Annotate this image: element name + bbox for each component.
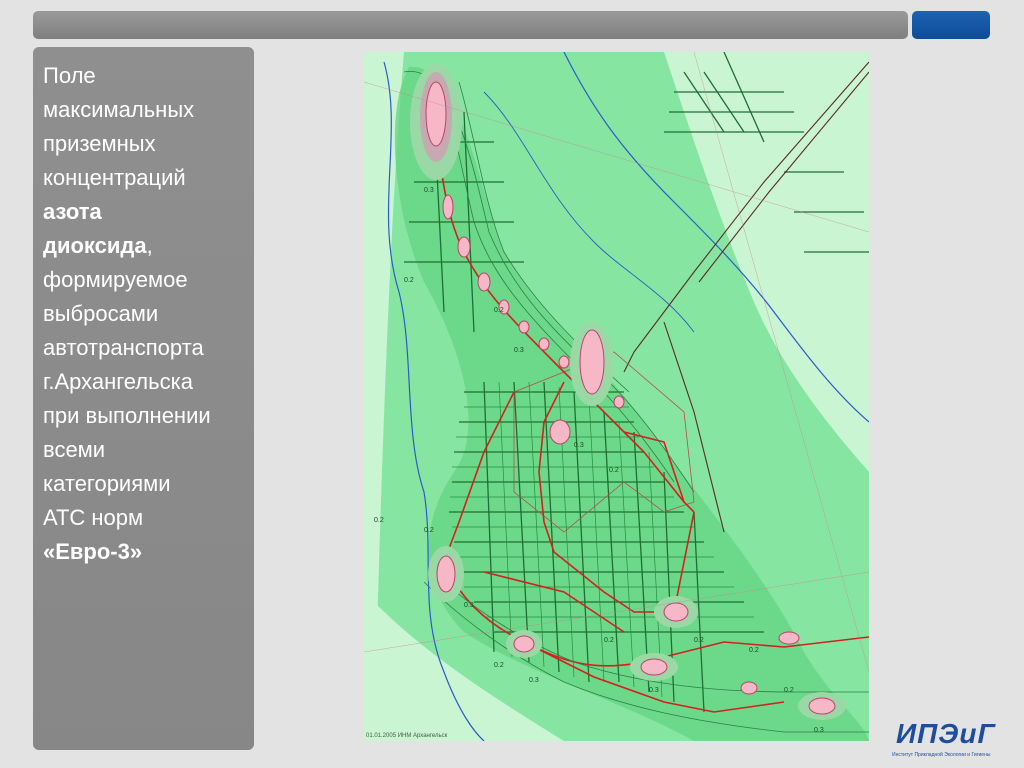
hotspot-core	[436, 555, 456, 593]
contour-label: 0.2	[784, 687, 794, 694]
desc-line: приземных	[43, 131, 156, 156]
corridor-hotspot	[477, 272, 491, 292]
contour-label: 0.2	[494, 307, 504, 314]
logo-text: ИПЭиГ	[896, 718, 996, 749]
contour-label: 0.2	[609, 467, 619, 474]
institute-logo: ИПЭиГ Институт Прикладной Экологии и Гиг…	[892, 718, 1002, 762]
desc-bold-substance: азота	[43, 199, 102, 224]
desc-line: АТС норм	[43, 505, 144, 530]
contour-label: 0.3	[514, 347, 524, 354]
contour-label: 0.2	[494, 662, 504, 669]
hotspot-core	[579, 329, 605, 395]
contour-label: 0.2	[749, 647, 759, 654]
contour-label: 0.2	[694, 637, 704, 644]
map-svg: 0.3 0.2 0.2 0.3 0.2 0.3 0.2 0.3 0.2 0.3 …	[364, 52, 869, 741]
contour-label: 0.3	[649, 687, 659, 694]
contour-label: 0.3	[814, 727, 824, 734]
hotspot-core	[425, 81, 447, 147]
desc-bold-standard: «Евро-3»	[43, 539, 143, 564]
desc-line: категориями	[43, 471, 171, 496]
hotspot-core	[808, 697, 836, 715]
desc-line: формируемое	[43, 267, 188, 292]
description-panel: Поле максимальных приземных концентраций…	[33, 47, 254, 750]
logo-subtitle: Институт Прикладной Экологии и Гигиены	[892, 752, 991, 758]
desc-bold-substance: диоксида	[43, 233, 147, 258]
desc-line: всеми	[43, 437, 106, 462]
hotspot-core	[663, 602, 689, 622]
hotspot-core	[513, 635, 535, 653]
contour-label: 0.3	[424, 187, 434, 194]
hotspot-core	[778, 631, 800, 645]
desc-line: максимальных	[43, 97, 195, 122]
title-bar	[33, 11, 908, 39]
desc-line: выбросами	[43, 301, 159, 326]
contour-label: 0.3	[574, 442, 584, 449]
corridor-hotspot	[442, 194, 454, 220]
description-text: Поле максимальных приземных концентраций…	[43, 59, 253, 569]
contour-label: 0.3	[529, 677, 539, 684]
corridor-hotspot	[558, 355, 570, 369]
corridor-hotspot	[613, 395, 625, 409]
desc-line: Поле	[43, 63, 96, 88]
hotspot-core	[549, 419, 571, 445]
contour-label: 0.2	[404, 277, 414, 284]
desc-line: концентраций	[43, 165, 186, 190]
contour-label: 0.2	[604, 637, 614, 644]
corridor-hotspot	[457, 236, 471, 258]
accent-block	[912, 11, 990, 39]
concentration-map: 0.3 0.2 0.2 0.3 0.2 0.3 0.2 0.3 0.2 0.3 …	[364, 52, 869, 741]
contour-label: 0.2	[424, 527, 434, 534]
hotspot-core	[640, 658, 668, 676]
map-caption: 01.01.2005 ИНМ Архангельск	[366, 733, 448, 739]
desc-comma: ,	[146, 233, 153, 258]
desc-line: автотранспорта	[43, 335, 204, 360]
desc-line: г.Архангельска	[43, 369, 193, 394]
desc-line: при выполнении	[43, 403, 211, 428]
corridor-hotspot	[518, 320, 530, 334]
contour-label: 0.2	[374, 517, 384, 524]
contour-label: 0.3	[464, 602, 474, 609]
hotspot-core	[740, 681, 758, 695]
corridor-hotspot	[538, 337, 550, 351]
